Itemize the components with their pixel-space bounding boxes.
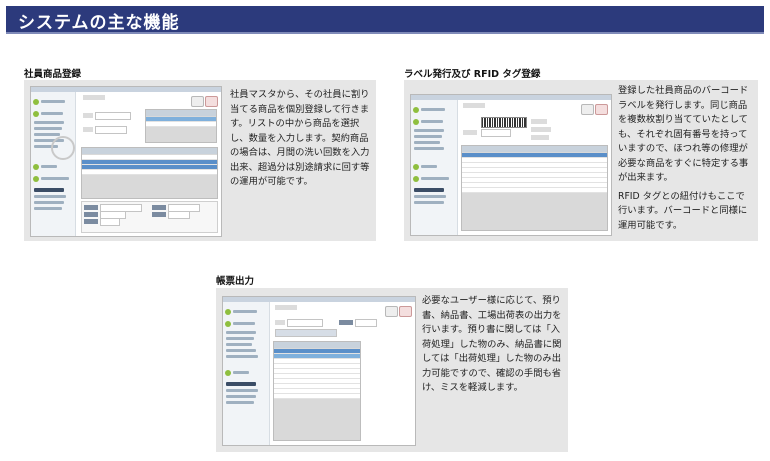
screenshot-form-output [222, 296, 416, 446]
feature-description: 社員マスタから、その社員に割り当てる商品を個別登録して行きます。リストの中から商… [230, 88, 370, 190]
description-paragraph: RFID タグとの紐付けもここで行います。バーコードと同様に運用可能です。 [618, 190, 748, 231]
feature-description: 必要なユーザー様に応じて、預り書、納品書、工場出荷表の出力を行います。預り書に関… [422, 294, 562, 396]
description-paragraph: 必要なユーザー様に応じて、預り書、納品書、工場出荷表の出力を行います。預り書に関… [422, 295, 562, 393]
feature-description: 登録した社員商品のバーコードラベルを発行します。同じ商品を複数枚割り当てていたと… [618, 84, 752, 233]
description-paragraph: 社員マスタから、その社員に割り当てる商品を個別登録して行きます。リストの中から商… [230, 89, 370, 187]
screenshot-label-rfid [410, 94, 612, 236]
section-title-employee-product: 社員商品登録 [24, 69, 82, 80]
feature-panel-employee-product: 社員マスタから、その社員に割り当てる商品を個別登録して行きます。リストの中から商… [24, 80, 376, 241]
section-title-label-rfid: ラベル発行及び RFID タグ登録 [404, 69, 541, 80]
feature-panel-form-output: 必要なユーザー様に応じて、預り書、納品書、工場出荷表の出力を行います。預り書に関… [216, 288, 568, 452]
screenshot-employee-product [30, 86, 222, 237]
section-banner: システムの主な機能 [6, 6, 764, 34]
banner-title: システムの主な機能 [18, 13, 180, 33]
feature-panel-label-rfid: 登録した社員商品のバーコードラベルを発行します。同じ商品を複数枚割り当てていたと… [404, 80, 758, 241]
description-paragraph: 登録した社員商品のバーコードラベルを発行します。同じ商品を複数枚割り当てていたと… [618, 85, 749, 183]
section-title-form-output: 帳票出力 [216, 276, 255, 287]
